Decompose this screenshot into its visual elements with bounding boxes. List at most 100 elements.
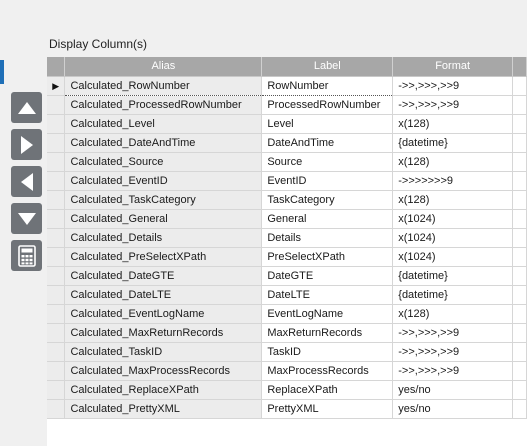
format-cell[interactable]: ->>,>>>,>>9 — [392, 95, 513, 115]
label-cell[interactable]: TaskCategory — [261, 190, 394, 210]
format-cell[interactable]: ->>,>>>,>>9 — [392, 342, 513, 362]
format-cell[interactable]: x(128) — [392, 114, 513, 134]
row-selector[interactable] — [47, 209, 66, 229]
label-cell[interactable]: RowNumber — [261, 75, 394, 96]
row-selector[interactable] — [47, 247, 66, 267]
row-selector[interactable] — [47, 323, 66, 343]
label-cell[interactable]: DateAndTime — [261, 133, 394, 153]
label-cell[interactable]: Details — [261, 228, 394, 248]
label-cell[interactable]: ReplaceXPath — [261, 380, 394, 400]
alias-cell[interactable]: Calculated_EventLogName — [64, 304, 263, 324]
table-row[interactable]: Calculated_Source Source x(128) — [47, 152, 527, 172]
move-right-button[interactable] — [11, 129, 42, 160]
calculator-button[interactable] — [11, 240, 42, 271]
alias-cell[interactable]: Calculated_ReplaceXPath — [64, 380, 263, 400]
row-selector[interactable] — [47, 171, 66, 191]
table-row[interactable]: Calculated_EventID EventID ->>>>>>>9 — [47, 171, 527, 191]
table-row[interactable]: Calculated_Level Level x(128) — [47, 114, 527, 134]
row-selector[interactable] — [47, 114, 66, 134]
alias-cell[interactable]: Calculated_DateAndTime — [64, 133, 263, 153]
format-cell[interactable]: x(128) — [392, 152, 513, 172]
label-cell[interactable]: EventID — [261, 171, 394, 191]
row-selector[interactable] — [47, 380, 66, 400]
table-row[interactable]: Calculated_EventLogName EventLogName x(128… — [47, 304, 527, 324]
table-row[interactable]: Calculated_TaskID TaskID ->>,>>>,>>9 — [47, 342, 527, 362]
format-cell[interactable]: ->>,>>>,>>9 — [392, 361, 513, 381]
label-cell[interactable]: Level — [261, 114, 394, 134]
format-cell[interactable]: ->>,>>>,>>9 — [392, 76, 513, 96]
format-cell[interactable]: yes/no — [392, 380, 513, 400]
row-selector[interactable] — [47, 152, 66, 172]
alias-cell[interactable]: Calculated_Details — [64, 228, 263, 248]
alias-cell[interactable]: Calculated_General — [64, 209, 263, 229]
table-row[interactable]: Calculated_DateGTE DateGTE {datetime} — [47, 266, 527, 286]
label-cell[interactable]: PreSelectXPath — [261, 247, 394, 267]
column-header-label[interactable]: Label — [261, 57, 394, 77]
row-selector[interactable] — [47, 342, 66, 362]
table-row[interactable]: ▶ Calculated_RowNumber RowNumber ->>,>>>,>>… — [47, 75, 527, 96]
table-row[interactable]: Calculated_DateLTE DateLTE {datetime} — [47, 285, 527, 305]
format-cell[interactable]: ->>>>>>>9 — [392, 171, 513, 191]
selection-accent-bar — [0, 60, 4, 84]
format-cell[interactable]: x(1024) — [392, 247, 513, 267]
column-header-alias[interactable]: Alias — [64, 57, 263, 77]
label-cell[interactable]: PrettyXML — [261, 399, 394, 419]
row-selector[interactable] — [47, 228, 66, 248]
row-filler — [512, 95, 527, 115]
label-cell[interactable]: General — [261, 209, 394, 229]
table-row[interactable]: Calculated_DateAndTime DateAndTime {dateti… — [47, 133, 527, 153]
format-cell[interactable]: {datetime} — [392, 133, 513, 153]
alias-cell[interactable]: Calculated_Source — [64, 152, 263, 172]
alias-cell[interactable]: Calculated_PreSelectXPath — [64, 247, 263, 267]
table-row[interactable]: Calculated_ProcessedRowNumber ProcessedRo… — [47, 95, 527, 115]
alias-cell[interactable]: Calculated_TaskID — [64, 342, 263, 362]
format-cell[interactable]: x(1024) — [392, 228, 513, 248]
alias-cell[interactable]: Calculated_RowNumber — [64, 75, 263, 96]
format-cell[interactable]: ->>,>>>,>>9 — [392, 323, 513, 343]
alias-cell[interactable]: Calculated_EventID — [64, 171, 263, 191]
format-cell[interactable]: {datetime} — [392, 285, 513, 305]
table-row[interactable]: Calculated_MaxProcessRecords MaxProcessRe… — [47, 361, 527, 381]
format-cell[interactable]: x(1024) — [392, 209, 513, 229]
label-cell[interactable]: DateLTE — [261, 285, 394, 305]
row-selector[interactable] — [47, 285, 66, 305]
alias-cell[interactable]: Calculated_Level — [64, 114, 263, 134]
format-cell[interactable]: yes/no — [392, 399, 513, 419]
move-up-button[interactable] — [11, 92, 42, 123]
column-header-format[interactable]: Format — [392, 57, 513, 77]
table-row[interactable]: Calculated_General General x(1024) — [47, 209, 527, 229]
label-cell[interactable]: MaxReturnRecords — [261, 323, 394, 343]
alias-cell[interactable]: Calculated_DateLTE — [64, 285, 263, 305]
alias-cell[interactable]: Calculated_MaxReturnRecords — [64, 323, 263, 343]
row-selector[interactable] — [47, 95, 66, 115]
table-row[interactable]: Calculated_TaskCategory TaskCategory x(128… — [47, 190, 527, 210]
alias-cell[interactable]: Calculated_DateGTE — [64, 266, 263, 286]
row-selector[interactable] — [47, 266, 66, 286]
format-cell[interactable]: x(128) — [392, 304, 513, 324]
row-selector[interactable] — [47, 190, 66, 210]
label-cell[interactable]: ProcessedRowNumber — [261, 95, 394, 115]
row-selector[interactable] — [47, 399, 66, 419]
move-left-button[interactable] — [11, 166, 42, 197]
table-row[interactable]: Calculated_MaxReturnRecords MaxReturnReco… — [47, 323, 527, 343]
alias-cell[interactable]: Calculated_MaxProcessRecords — [64, 361, 263, 381]
label-cell[interactable]: EventLogName — [261, 304, 394, 324]
alias-cell[interactable]: Calculated_TaskCategory — [64, 190, 263, 210]
label-cell[interactable]: TaskID — [261, 342, 394, 362]
move-down-button[interactable] — [11, 203, 42, 234]
table-row[interactable]: Calculated_ReplaceXPath ReplaceXPath yes/n… — [47, 380, 527, 400]
row-selector[interactable]: ▶ — [47, 76, 66, 96]
row-selector[interactable] — [47, 361, 66, 381]
row-selector[interactable] — [47, 304, 66, 324]
format-cell[interactable]: x(128) — [392, 190, 513, 210]
row-selector[interactable] — [47, 133, 66, 153]
alias-cell[interactable]: Calculated_ProcessedRowNumber — [64, 95, 263, 115]
label-cell[interactable]: MaxProcessRecords — [261, 361, 394, 381]
table-row[interactable]: Calculated_Details Details x(1024) — [47, 228, 527, 248]
label-cell[interactable]: Source — [261, 152, 394, 172]
alias-cell[interactable]: Calculated_PrettyXML — [64, 399, 263, 419]
table-row[interactable]: Calculated_PreSelectXPath PreSelectXPath x… — [47, 247, 527, 267]
format-cell[interactable]: {datetime} — [392, 266, 513, 286]
table-row[interactable]: Calculated_PrettyXML PrettyXML yes/no — [47, 399, 527, 419]
label-cell[interactable]: DateGTE — [261, 266, 394, 286]
